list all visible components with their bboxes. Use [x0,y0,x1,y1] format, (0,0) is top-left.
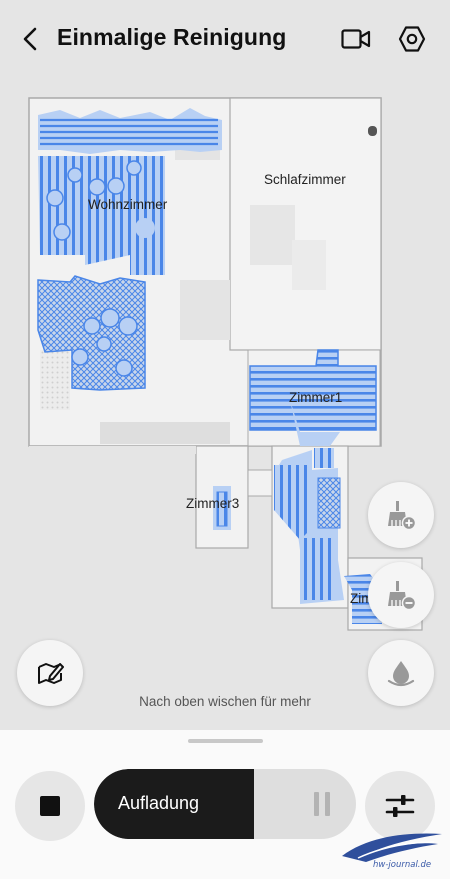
chevron-left-icon [23,27,37,51]
drag-handle[interactable] [188,739,263,743]
swipe-hint: Nach oben wischen für mehr [139,694,311,709]
video-camera-icon [341,29,371,49]
stop-button[interactable] [15,771,85,841]
room-label-zimmer3[interactable]: Zimmer3 [186,496,239,511]
hexagon-settings-icon [398,26,426,52]
watermark-text: hw-journal.de [373,860,432,870]
add-cleaning-button[interactable] [368,482,434,548]
watermark-logo: hw-journal.de [338,830,446,876]
page-title: Einmalige Reinigung [57,24,287,50]
broom-plus-icon [388,501,417,531]
sliders-icon [385,795,415,817]
back-button[interactable] [14,22,48,56]
map-edit-icon [38,663,64,684]
header-bar: Einmalige Reinigung [0,0,450,78]
remove-cleaning-button[interactable] [368,562,434,628]
room-label-schlafzimmer[interactable]: Schlafzimmer [264,172,346,187]
video-button[interactable] [338,23,374,55]
charging-control[interactable]: Aufladung [94,769,356,839]
broom-minus-icon [388,581,417,611]
stop-icon [40,796,60,816]
hw-journal-logo-icon [342,833,442,862]
water-drop-icon [387,661,415,687]
pause-button[interactable] [294,769,349,839]
settings-button[interactable] [394,21,430,57]
pause-icon [313,792,319,816]
room-label-zimmer1[interactable]: Zimmer1 [289,390,342,405]
charging-status-label: Aufladung [118,793,200,813]
room-label-wohnzimmer[interactable]: Wohnzimmer [88,197,167,212]
